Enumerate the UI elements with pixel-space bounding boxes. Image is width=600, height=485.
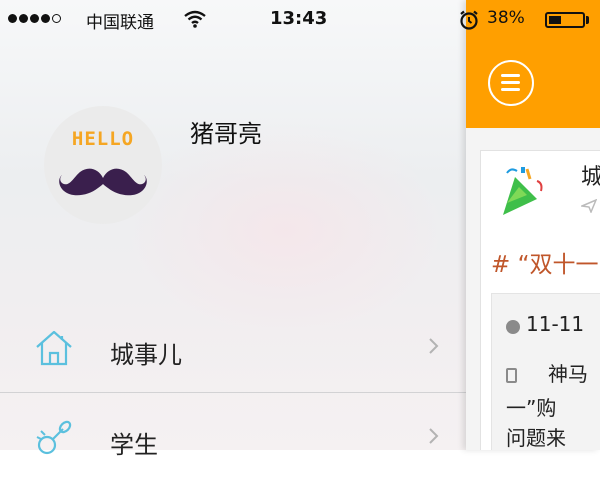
status-bar: 中国联通 13:43 38% bbox=[0, 0, 600, 38]
main-content-panel[interactable]: 城 # “双十一 11-11 神马 一”购 问题来 bbox=[466, 0, 600, 450]
card-city-name: 城 bbox=[581, 165, 600, 190]
menu-item-city-news[interactable]: 城事儿 bbox=[0, 305, 466, 395]
location-arrow-icon bbox=[579, 198, 598, 217]
side-drawer: HELLO 猪哥亮 城事儿 学生 bbox=[0, 0, 466, 459]
clock-icon bbox=[506, 320, 520, 334]
pacifier-icon bbox=[33, 417, 75, 463]
house-icon bbox=[33, 327, 75, 373]
battery-icon bbox=[545, 12, 585, 28]
post-text-line: 问题来 bbox=[506, 426, 566, 450]
menu-divider bbox=[0, 392, 466, 393]
post-date: 11-11 bbox=[526, 312, 585, 336]
battery-percent: 38% bbox=[487, 8, 525, 28]
chevron-right-icon bbox=[428, 335, 440, 361]
carrier-name: 中国联通 bbox=[86, 13, 154, 33]
chevron-right-icon bbox=[428, 425, 440, 451]
feed-card[interactable]: 城 # “双十一 11-11 神马 一”购 问题来 bbox=[480, 150, 600, 450]
topic-hashtag[interactable]: # “双十一 bbox=[491, 245, 599, 279]
menu-item-label: 学生 bbox=[110, 431, 158, 459]
signal-strength-icon bbox=[8, 14, 61, 23]
alarm-icon bbox=[458, 9, 480, 36]
username[interactable]: 猪哥亮 bbox=[190, 114, 262, 149]
post-text-line: 一”购 bbox=[506, 396, 557, 420]
wifi-icon bbox=[183, 9, 207, 34]
menu-item-student[interactable]: 学生 bbox=[0, 395, 466, 485]
menu-item-label: 城事儿 bbox=[110, 341, 182, 369]
status-time: 13:43 bbox=[270, 8, 328, 29]
avatar-hello-text: HELLO bbox=[71, 128, 135, 150]
party-popper-icon bbox=[497, 165, 547, 227]
battery-level bbox=[549, 16, 562, 24]
avatar[interactable]: HELLO bbox=[44, 106, 162, 224]
mustache-icon bbox=[59, 168, 147, 196]
battery-tip bbox=[586, 16, 589, 24]
hamburger-menu-button[interactable] bbox=[488, 60, 534, 106]
document-icon bbox=[506, 368, 517, 383]
quoted-post-box[interactable]: 11-11 神马 一”购 问题来 bbox=[491, 293, 600, 450]
post-text-line: 神马 bbox=[548, 362, 588, 386]
